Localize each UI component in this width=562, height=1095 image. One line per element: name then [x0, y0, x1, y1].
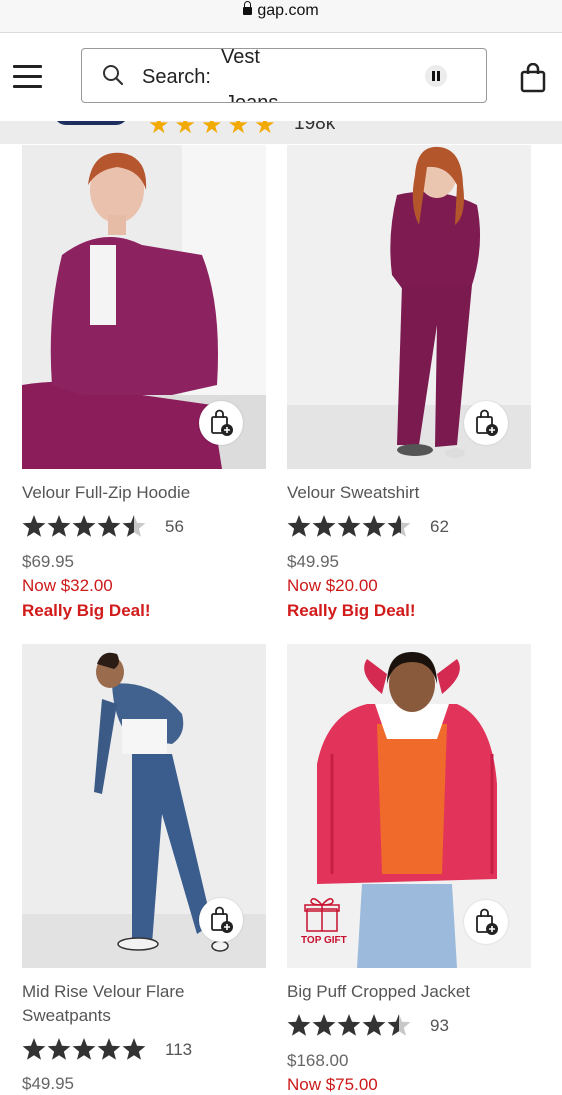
- site-header: Search: Vest Jeans: [0, 33, 562, 121]
- quick-add-button[interactable]: [464, 900, 508, 944]
- search-suggestion-current: Vest: [221, 48, 260, 68]
- lock-icon: [243, 1, 253, 15]
- rating-stars-icon: [287, 1014, 411, 1036]
- search-box[interactable]: Search: Vest Jeans: [81, 48, 487, 103]
- search-label: Search:: [142, 66, 211, 88]
- promo-badge: [54, 121, 128, 125]
- product-name[interactable]: Velour Full-Zip Hoodie: [22, 481, 262, 505]
- sale-price: Now $32.00: [22, 576, 113, 595]
- sale-price: Now $20.00: [287, 576, 378, 595]
- promo-stars-icon: ★★★★★: [148, 121, 281, 139]
- quick-add-button[interactable]: [199, 898, 243, 942]
- top-gift-label: TOP GIFT: [301, 935, 347, 946]
- original-price: $168.00: [287, 1051, 349, 1070]
- rating-stars-icon: [287, 515, 411, 537]
- url-text: gap.com: [257, 2, 319, 19]
- promo-rating-count: 198k: [294, 121, 336, 134]
- search-icon: [103, 65, 124, 86]
- product-name[interactable]: Big Puff Cropped Jacket: [287, 980, 527, 1004]
- add-to-bag-icon: [211, 906, 233, 933]
- product-name[interactable]: Velour Sweatshirt: [287, 481, 527, 505]
- quick-add-button[interactable]: [199, 401, 243, 445]
- original-price: $69.95: [22, 552, 74, 571]
- quick-add-button[interactable]: [464, 401, 508, 445]
- original-price: $49.95: [287, 552, 339, 571]
- menu-icon[interactable]: [13, 65, 43, 89]
- review-count: 56: [165, 517, 184, 536]
- search-suggestion-next: Jeans: [225, 92, 279, 103]
- browser-url-bar[interactable]: gap.com: [0, 0, 562, 33]
- review-count: 93: [430, 1016, 449, 1035]
- add-to-bag-icon: [476, 908, 498, 935]
- rating-stars-icon: [22, 1038, 146, 1060]
- review-count: 113: [165, 1040, 193, 1059]
- product-name[interactable]: Mid Rise Velour Flare Sweatpants: [22, 980, 262, 1028]
- sale-price: Now $75.00: [287, 1075, 378, 1094]
- deal-badge: Really Big Deal!: [22, 601, 151, 620]
- add-to-bag-icon: [476, 409, 498, 436]
- rating-stars-icon: [22, 515, 146, 537]
- top-gift-tag: TOP GIFT: [301, 895, 361, 946]
- deal-badge: Really Big Deal!: [287, 601, 416, 620]
- original-price: $49.95: [22, 1074, 74, 1093]
- promo-strip: ★★★★★ 198k: [0, 121, 562, 144]
- add-to-bag-icon: [211, 409, 233, 436]
- pause-icon[interactable]: [425, 65, 447, 87]
- review-count: 62: [430, 517, 449, 536]
- url-display[interactable]: gap.com: [0, 1, 562, 20]
- gift-icon: [304, 898, 340, 932]
- shopping-bag-icon[interactable]: [520, 63, 548, 93]
